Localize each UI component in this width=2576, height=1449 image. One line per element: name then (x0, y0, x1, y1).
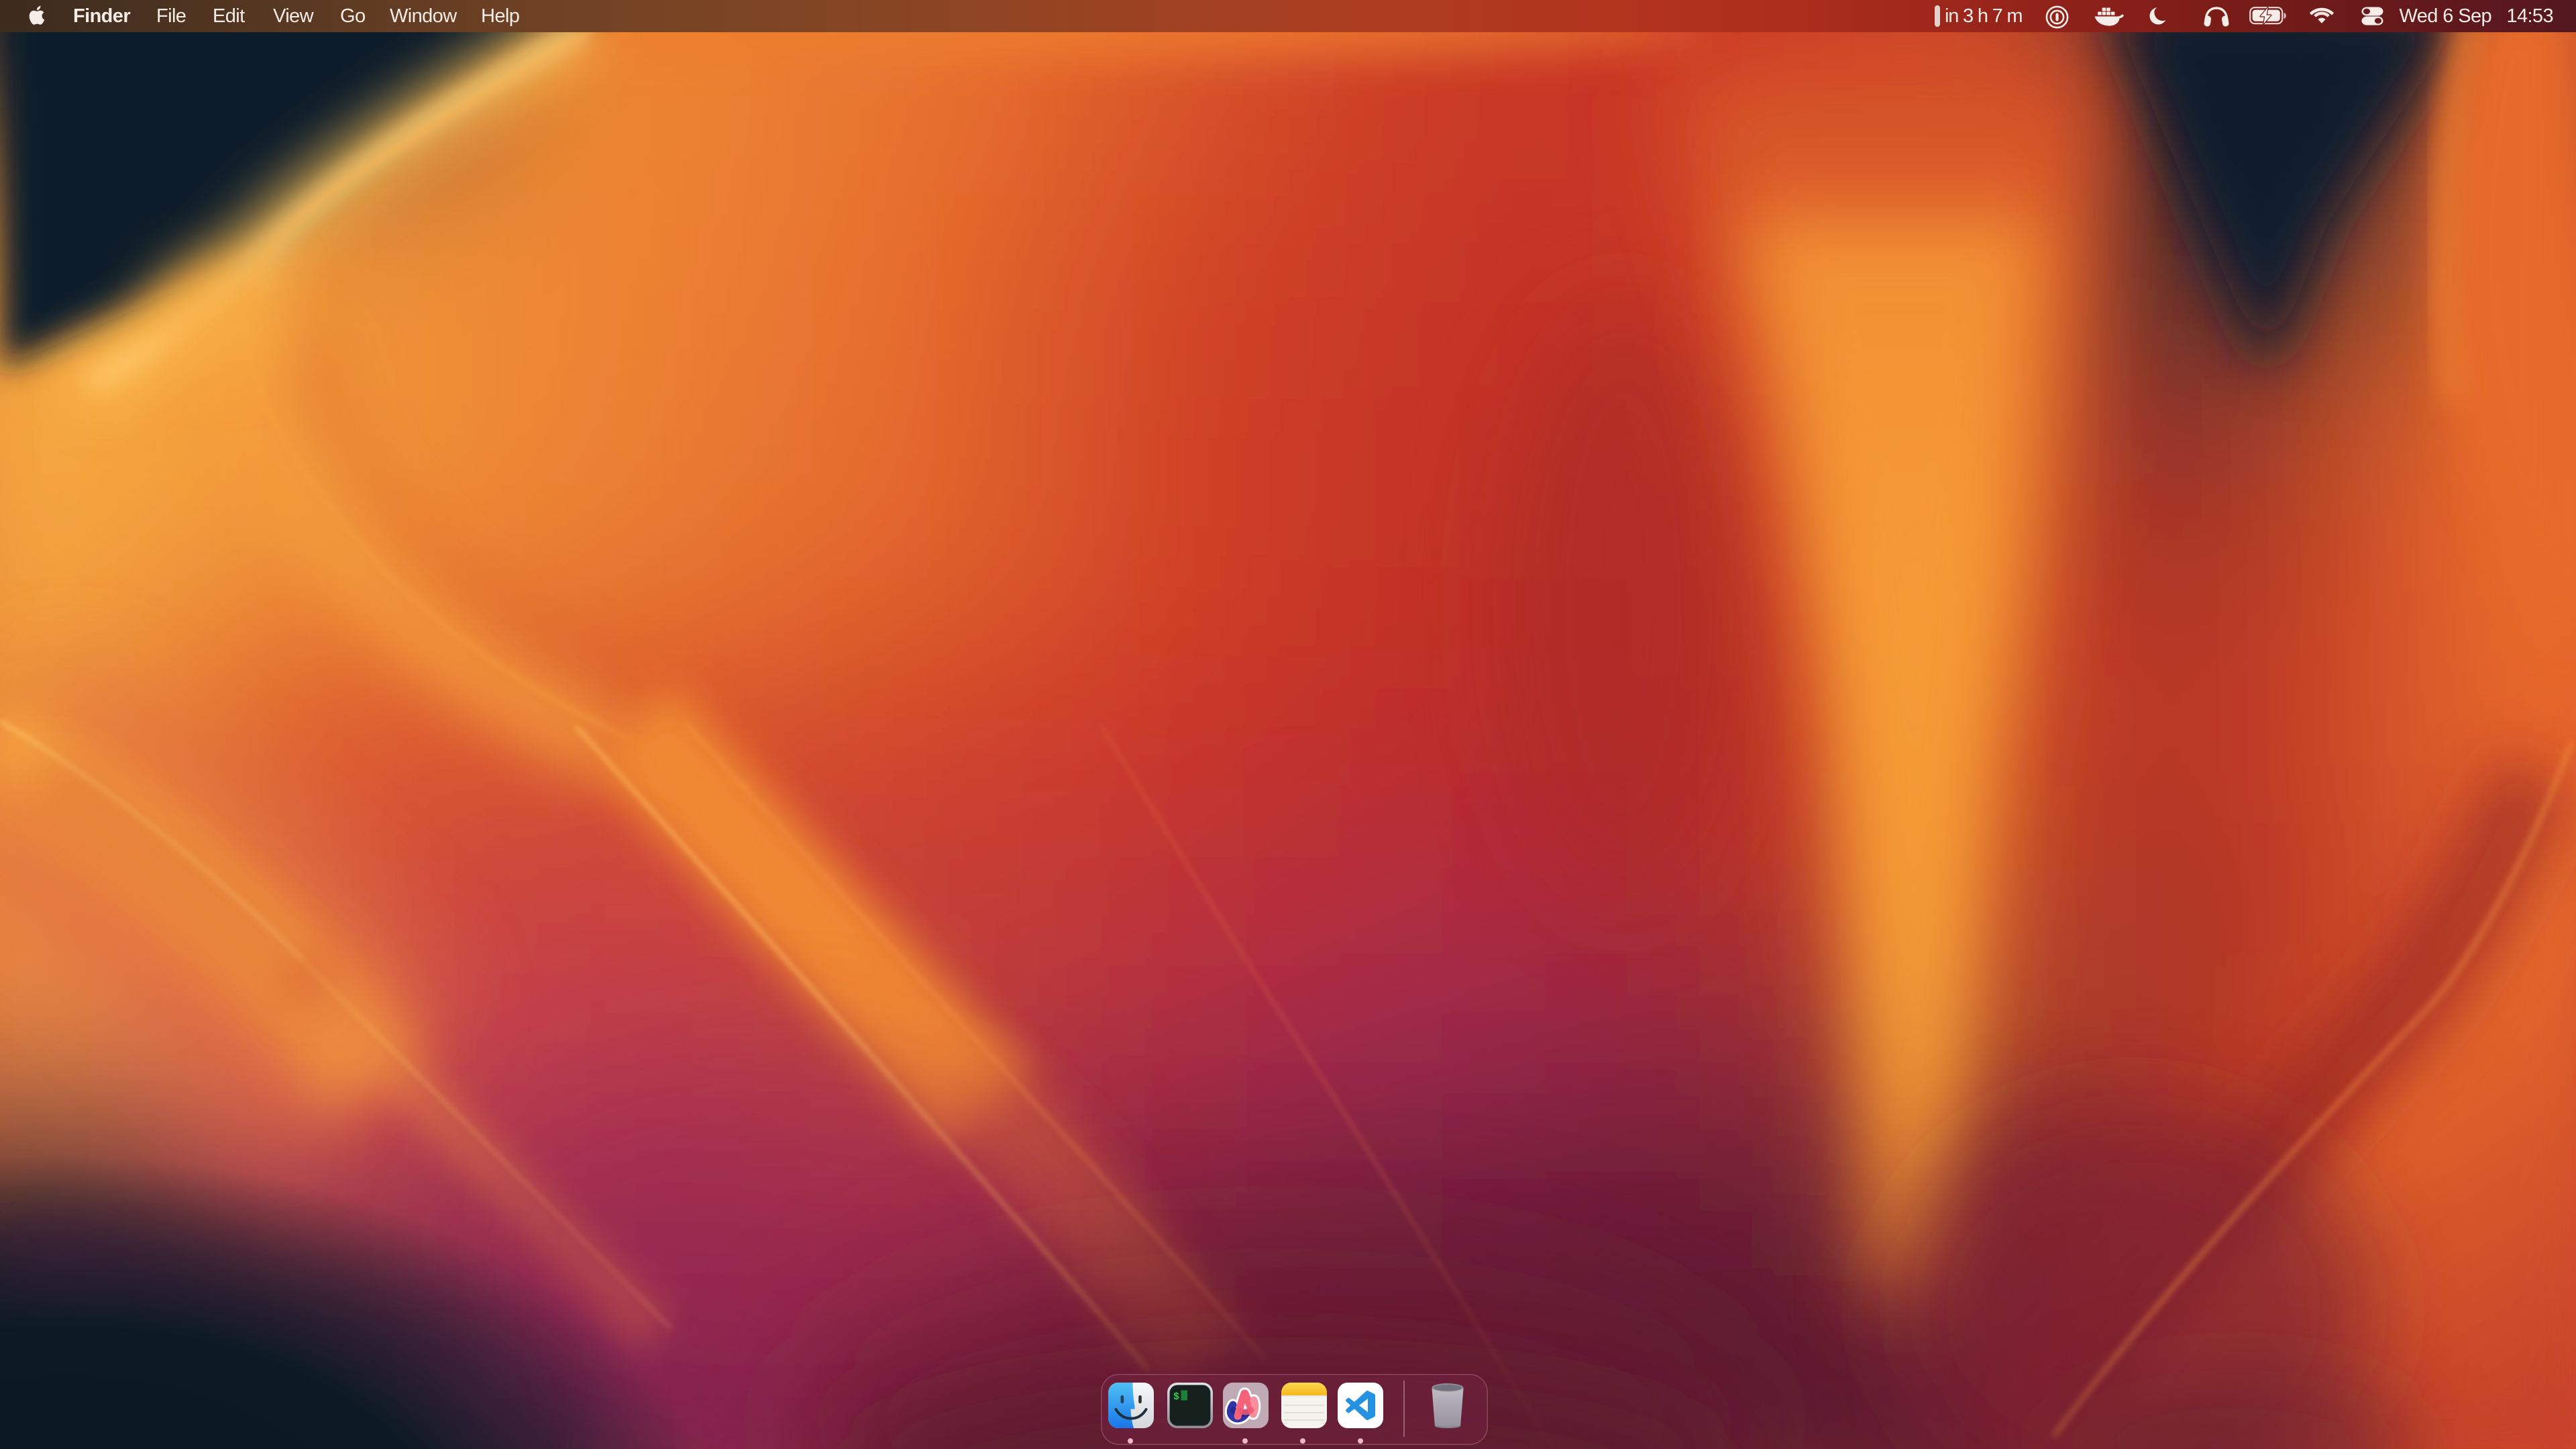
svg-text:$: $ (1173, 1391, 1179, 1403)
